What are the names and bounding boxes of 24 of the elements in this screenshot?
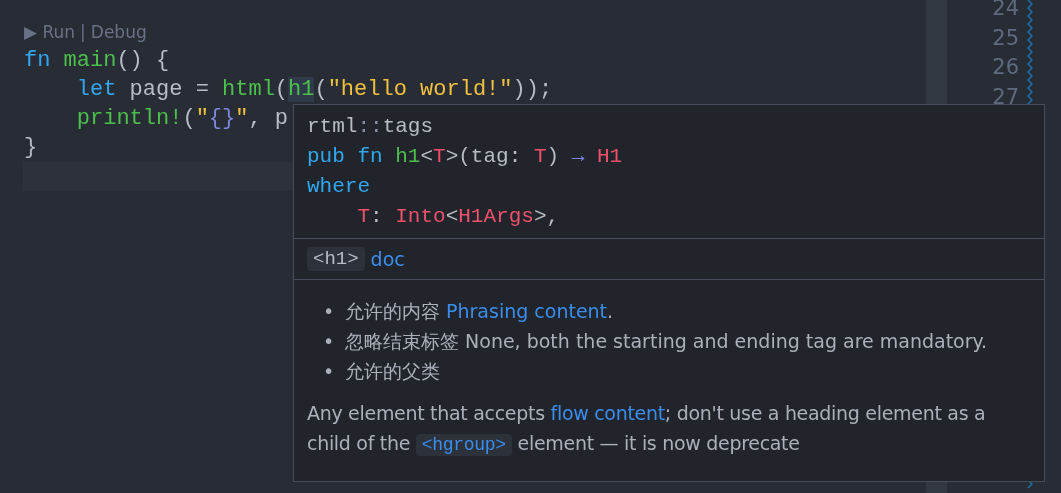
codelens-link[interactable]: Debug: [90, 22, 147, 42]
code-line: }: [23, 134, 38, 162]
bullet-item: • 忽略结束标签 None, both the starting and ending tag are mandatory.: [323, 329, 988, 354]
bullet-item: • 允许的父类: [323, 359, 440, 384]
line-number: 27: [992, 83, 1019, 111]
codelens-separator: |: [80, 22, 86, 42]
signature-line: T: Into<H1Args>,: [356, 204, 561, 230]
doc-link[interactable]: doc: [370, 248, 405, 270]
signature-line: where: [307, 174, 371, 200]
description-paragraph: Any element that accepts flow content; don't use a heading element as a child of the <hgroup> element — it is now deprecate: [307, 401, 987, 458]
codelens-link[interactable]: ▶ Run: [24, 22, 76, 42]
code-line: fn main() {: [23, 47, 170, 75]
line-number: 26: [992, 54, 1019, 81]
doc-link[interactable]: Phrasing content: [446, 300, 608, 322]
tag-code: <h1>: [307, 247, 365, 271]
line-number: 25: [992, 24, 1019, 52]
code-line: let page = html(h1("hello world!"));: [75, 76, 553, 104]
module-path: rtml::tags: [307, 114, 435, 140]
code-line: println!("{}", p: [75, 105, 289, 133]
signature-line: pub fn h1<T>(tag: T) → H1: [307, 144, 624, 170]
line-number: 24: [992, 0, 1019, 22]
inline-code: <hgroup>: [415, 434, 512, 456]
bullet-item: • 允许的内容 Phrasing content.: [323, 299, 614, 324]
doc-link[interactable]: flow content: [550, 402, 665, 424]
